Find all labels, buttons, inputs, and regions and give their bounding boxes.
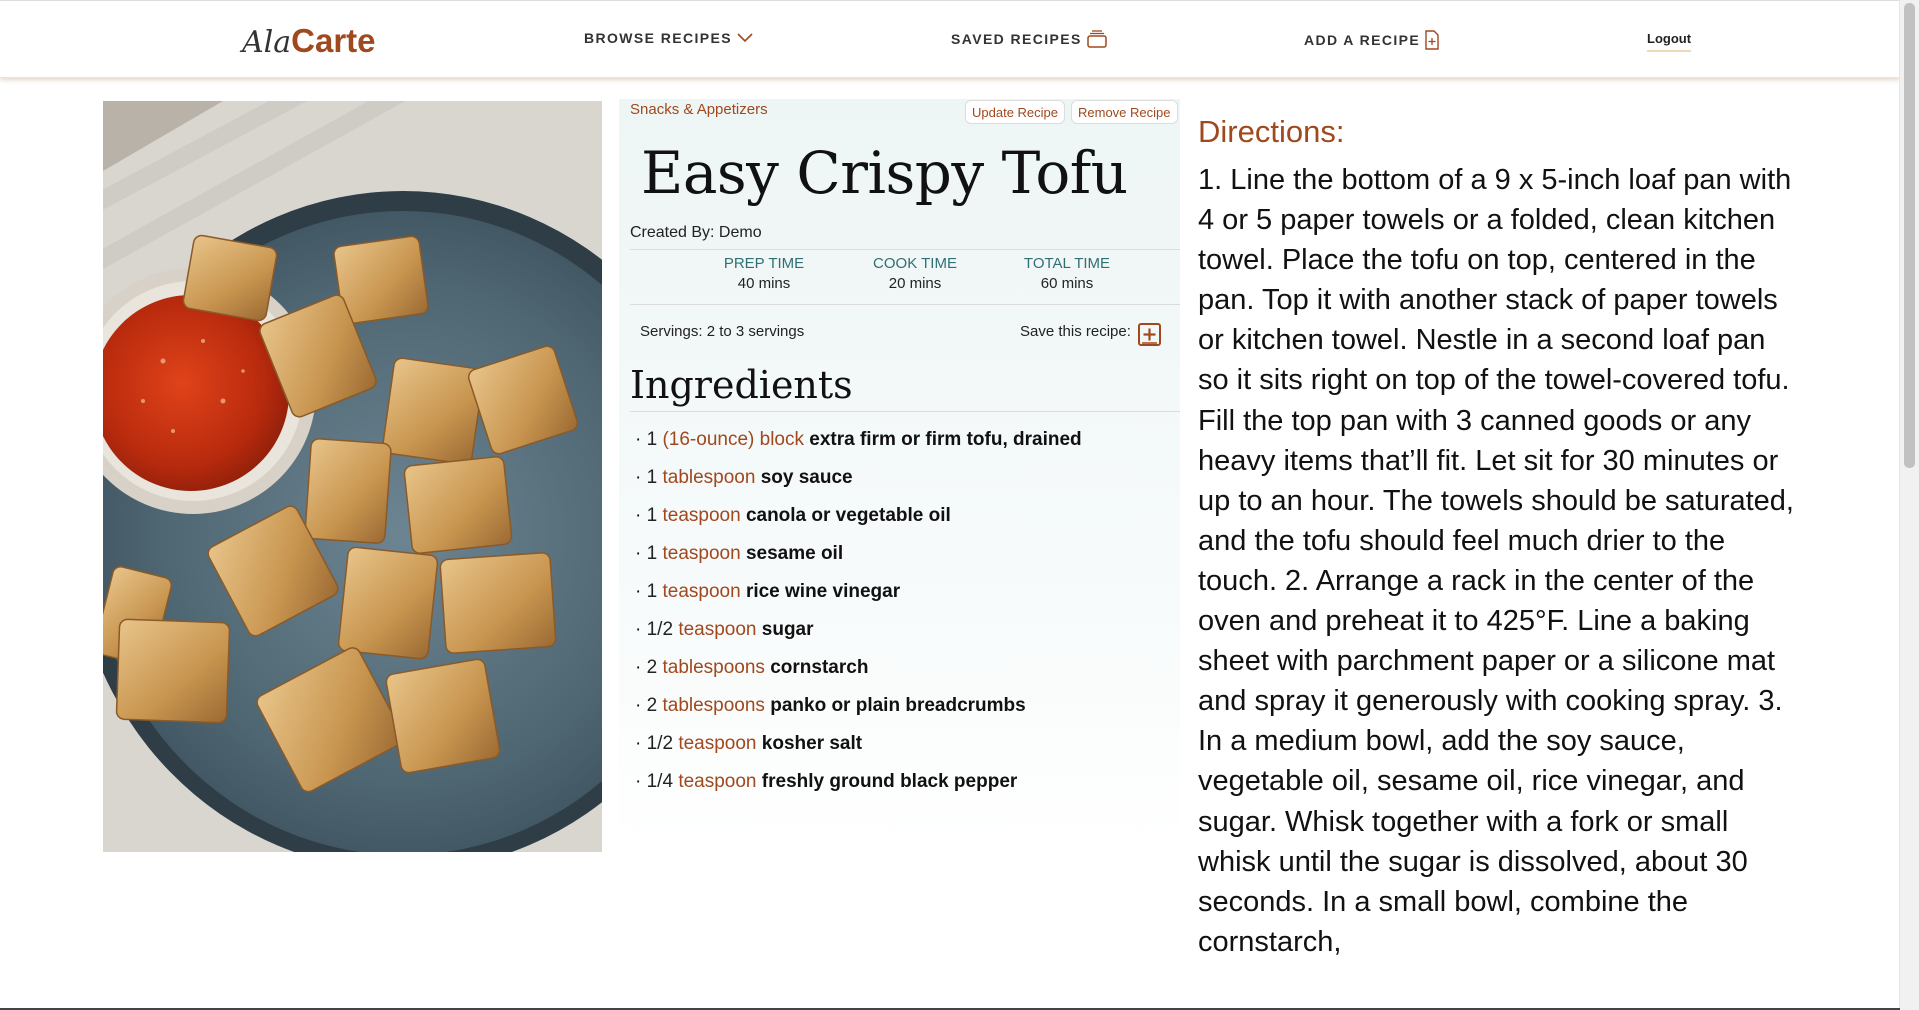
ingredient-qty: 1/4	[646, 771, 674, 792]
ingredient-unit: (16-ounce) block	[662, 429, 804, 450]
logo[interactable]: AlaCarte	[242, 21, 376, 63]
ingredient-item: · 1 tablespoon soy sauce	[635, 467, 853, 488]
ingredient-qty: 1	[646, 581, 658, 602]
ingredient-item: · 1/4 teaspoon freshly ground black pepp…	[635, 771, 1018, 792]
tofu-plate-image	[103, 101, 602, 852]
ingredient-name: extra firm or firm tofu, drained	[809, 429, 1082, 450]
ingredient-name: cornstarch	[770, 657, 869, 678]
logo-bold-text: Carte	[291, 22, 376, 59]
recipe-title: Easy Crispy Tofu	[641, 139, 1128, 207]
add-recipe-label: ADD A RECIPE	[1304, 32, 1421, 48]
ingredient-item: · 2 tablespoons cornstarch	[635, 657, 869, 678]
ingredient-item: · 1/2 teaspoon sugar	[635, 619, 814, 640]
ingredient-name: canola or vegetable oil	[745, 505, 951, 526]
recipe-photo	[103, 101, 602, 852]
ingredient-item: · 1/2 teaspoon kosher salt	[635, 733, 863, 754]
scrollbar-thumb[interactable]	[1904, 3, 1915, 468]
cook-time-value: 20 mins	[888, 275, 942, 292]
saved-recipes-label: SAVED RECIPES	[951, 31, 1082, 47]
logo-script-text: Ala	[242, 25, 292, 60]
ingredient-name: rice wine vinegar	[745, 581, 901, 602]
save-plus-icon[interactable]	[1137, 322, 1163, 348]
ingredient-name: soy sauce	[760, 467, 853, 488]
logout-button[interactable]: Logout	[1647, 31, 1692, 52]
ingredient-qty: 1	[646, 429, 658, 450]
ingredient-name: sesame oil	[745, 543, 844, 564]
ingredient-qty: 1	[646, 505, 658, 526]
total-time-value: 60 mins	[1040, 275, 1094, 292]
prep-time-label: PREP TIME	[723, 255, 805, 272]
ingredient-unit: teaspoon	[678, 771, 757, 792]
ingredient-qty: 1/2	[646, 733, 674, 754]
ingredients-list: · 1 (16-ounce) block extra firm or firm …	[635, 421, 1082, 801]
chevron-down-icon	[737, 33, 753, 43]
save-recipe-label: Save this recipe:	[1020, 322, 1131, 340]
ingredient-item: · 1 teaspoon canola or vegetable oil	[635, 505, 951, 526]
browse-recipes-label: BROWSE RECIPES	[584, 30, 732, 46]
ingredient-qty: 1	[646, 467, 658, 488]
ingredient-name: sugar	[761, 619, 814, 640]
ingredient-item: · 2 tablespoons panko or plain breadcrum…	[635, 695, 1026, 716]
recipe-category[interactable]: Snacks & Appetizers	[630, 101, 768, 118]
total-time-label: TOTAL TIME	[1023, 255, 1111, 272]
cook-time-label: COOK TIME	[873, 255, 957, 272]
ingredient-unit: teaspoon	[662, 505, 741, 526]
created-by: Created By: Demo	[630, 224, 762, 241]
ingredient-unit: teaspoon	[662, 543, 741, 564]
prep-time: PREP TIME 40 mins	[704, 254, 824, 293]
ingredient-unit: teaspoon	[662, 581, 741, 602]
cook-time: COOK TIME 20 mins	[855, 254, 975, 293]
ingredient-item: · 1 teaspoon rice wine vinegar	[635, 581, 901, 602]
ingredient-name: kosher salt	[761, 733, 863, 754]
ingredient-item: · 1 (16-ounce) block extra firm or firm …	[635, 429, 1082, 450]
ingredient-unit: tablespoon	[662, 467, 756, 488]
update-recipe-button[interactable]: Update Recipe	[965, 100, 1065, 124]
ingredient-item: · 1 teaspoon sesame oil	[635, 543, 844, 564]
add-recipe-link[interactable]: ADD A RECIPE	[1304, 30, 1440, 50]
total-time: TOTAL TIME 60 mins	[1007, 254, 1127, 293]
prep-time-value: 40 mins	[737, 275, 791, 292]
time-summary: PREP TIME 40 mins COOK TIME 20 mins TOTA…	[630, 249, 1180, 305]
ingredient-qty: 2	[646, 695, 658, 716]
ingredient-unit: teaspoon	[678, 619, 757, 640]
top-nav: AlaCarte BROWSE RECIPES SAVED RECIPES AD…	[0, 0, 1900, 78]
ingredient-name: freshly ground black pepper	[761, 771, 1018, 792]
ingredients-heading: Ingredients	[630, 363, 1180, 412]
ingredient-name: panko or plain breadcrumbs	[770, 695, 1026, 716]
ingredient-qty: 1	[646, 543, 658, 564]
recipe-card: Snacks & Appetizers Update Recipe Remove…	[619, 99, 1180, 851]
ingredient-qty: 1/2	[646, 619, 674, 640]
directions-heading: Directions:	[1198, 114, 1345, 149]
save-recipe: Save this recipe:	[1020, 314, 1163, 348]
remove-recipe-button[interactable]: Remove Recipe	[1071, 100, 1178, 124]
page-scrollbar[interactable]	[1899, 0, 1919, 1010]
add-file-icon	[1425, 30, 1439, 50]
directions-text: 1. Line the bottom of a 9 x 5-inch loaf …	[1198, 164, 1794, 958]
ingredient-unit: tablespoons	[662, 657, 765, 678]
browse-recipes-link[interactable]: BROWSE RECIPES	[584, 30, 754, 46]
ingredient-qty: 2	[646, 657, 658, 678]
ingredient-unit: teaspoon	[678, 733, 757, 754]
servings: Servings: 2 to 3 servings	[640, 323, 805, 340]
saved-recipes-link[interactable]: SAVED RECIPES	[951, 30, 1108, 48]
saved-box-icon	[1087, 30, 1107, 48]
ingredient-unit: tablespoons	[662, 695, 765, 716]
